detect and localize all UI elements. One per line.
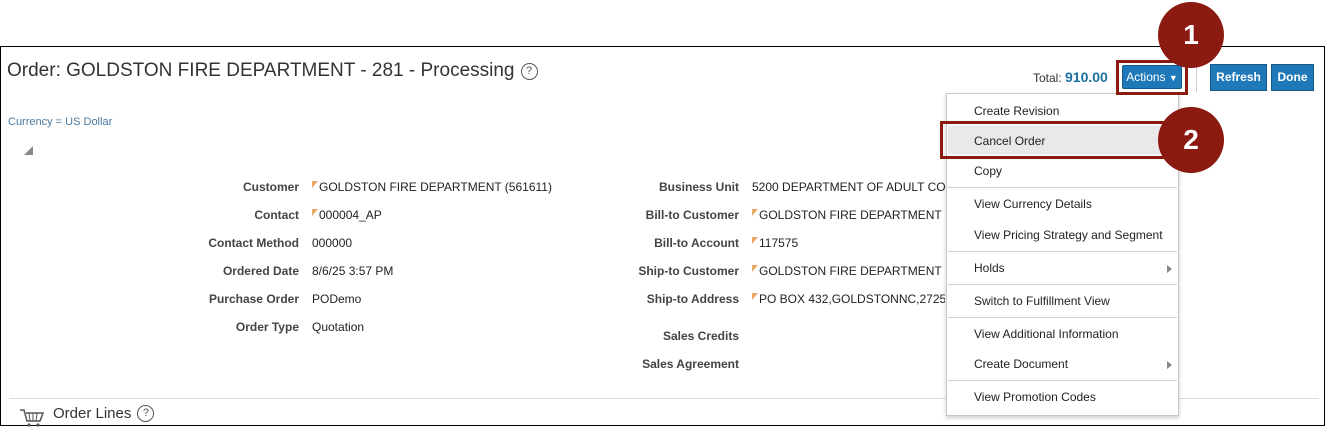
bill-to-account-value[interactable]: 117575 (752, 236, 798, 250)
flag-icon (312, 209, 318, 216)
ship-to-customer-label: Ship-to Customer (638, 264, 739, 278)
submenu-arrow-icon (1167, 265, 1172, 273)
menu-item-create-revision[interactable]: Create Revision (974, 104, 1059, 118)
bill-to-account-label: Bill-to Account (654, 236, 739, 250)
ship-to-address-text: PO BOX 432,GOLDSTONNC,27252,C (759, 292, 945, 306)
contact-value[interactable]: 000004_AP (312, 208, 382, 222)
order-type-value: Quotation (312, 320, 365, 334)
ordered-date-label: Ordered Date (222, 264, 299, 278)
flag-icon (752, 237, 758, 244)
refresh-button[interactable]: Refresh (1210, 64, 1267, 91)
menu-divider (948, 251, 1177, 252)
contact-method-value: 000000 (312, 236, 353, 250)
ship-to-customer-value[interactable]: GOLDSTON FIRE DEPARTMENT (752, 264, 942, 278)
total-label: Total: (1033, 71, 1062, 85)
menu-item-view-currency-details[interactable]: View Currency Details (974, 197, 1092, 211)
menu-divider (948, 317, 1177, 318)
total-value: 910.00 (1065, 69, 1108, 85)
business-unit-value: 5200 DEPARTMENT OF ADULT CORR (752, 180, 945, 194)
help-icon[interactable]: ? (137, 405, 155, 422)
contact-label: Contact (254, 208, 299, 222)
bill-to-customer-value[interactable]: GOLDSTON FIRE DEPARTMENT (752, 208, 942, 222)
sales-credits-label: Sales Credits (662, 329, 739, 343)
bill-to-account-text: 117575 (759, 236, 799, 250)
bill-to-customer-label: Bill-to Customer (645, 208, 739, 222)
menu-divider (948, 284, 1177, 285)
menu-item-view-pricing-strategy[interactable]: View Pricing Strategy and Segment (974, 228, 1163, 242)
ship-to-address-value[interactable]: PO BOX 432,GOLDSTONNC,27252,C (752, 292, 945, 306)
menu-item-create-document[interactable]: Create Document (974, 357, 1068, 371)
menu-divider (948, 380, 1177, 381)
menu-item-copy[interactable]: Copy (974, 164, 1002, 178)
customer-label: Customer (242, 180, 299, 194)
done-button[interactable]: Done (1271, 64, 1314, 91)
flag-icon (752, 293, 758, 300)
collapse-triangle-icon[interactable] (24, 146, 33, 155)
ordered-date-value: 8/6/25 3:57 PM (312, 264, 394, 278)
flag-icon (312, 181, 318, 188)
bill-to-customer-text: GOLDSTON FIRE DEPARTMENT (759, 208, 942, 222)
contact-text: 000004_AP (319, 208, 382, 222)
purchase-order-value: PODemo (312, 292, 362, 306)
flag-icon (752, 265, 758, 272)
order-lines-text: Order Lines (53, 405, 132, 422)
order-type-label: Order Type (235, 320, 299, 334)
ship-to-customer-text: GOLDSTON FIRE DEPARTMENT (759, 264, 942, 278)
business-unit-label: Business Unit (658, 180, 739, 194)
menu-item-switch-fulfillment-view[interactable]: Switch to Fulfillment View (974, 294, 1110, 308)
order-title-text: Order: GOLDSTON FIRE DEPARTMENT - 281 - … (7, 60, 515, 81)
menu-item-holds[interactable]: Holds (974, 261, 1005, 275)
customer-value[interactable]: GOLDSTON FIRE DEPARTMENT (561611) (312, 180, 552, 194)
menu-item-view-promotion-codes[interactable]: View Promotion Codes (974, 390, 1096, 404)
menu-divider (948, 187, 1177, 188)
help-icon[interactable]: ? (520, 63, 538, 80)
step-1-badge: 1 (1158, 2, 1224, 68)
step-2-badge: 2 (1158, 107, 1224, 173)
customer-text: GOLDSTON FIRE DEPARTMENT (561611) (319, 180, 552, 194)
contact-method-label: Contact Method (208, 236, 299, 250)
menu-item-view-additional-info[interactable]: View Additional Information (974, 327, 1119, 341)
ship-to-address-label: Ship-to Address (646, 292, 739, 306)
page-title: Order: GOLDSTON FIRE DEPARTMENT - 281 - … (7, 60, 538, 82)
currency-label: Currency = US Dollar (8, 116, 113, 128)
order-lines-title: Order Lines? (53, 405, 155, 422)
sales-agreement-label: Sales Agreement (642, 357, 739, 371)
purchase-order-label: Purchase Order (208, 292, 299, 306)
submenu-arrow-icon (1167, 361, 1172, 369)
cart-icon (20, 409, 45, 427)
cancel-order-highlight-box (940, 121, 1182, 159)
flag-icon (752, 209, 758, 216)
